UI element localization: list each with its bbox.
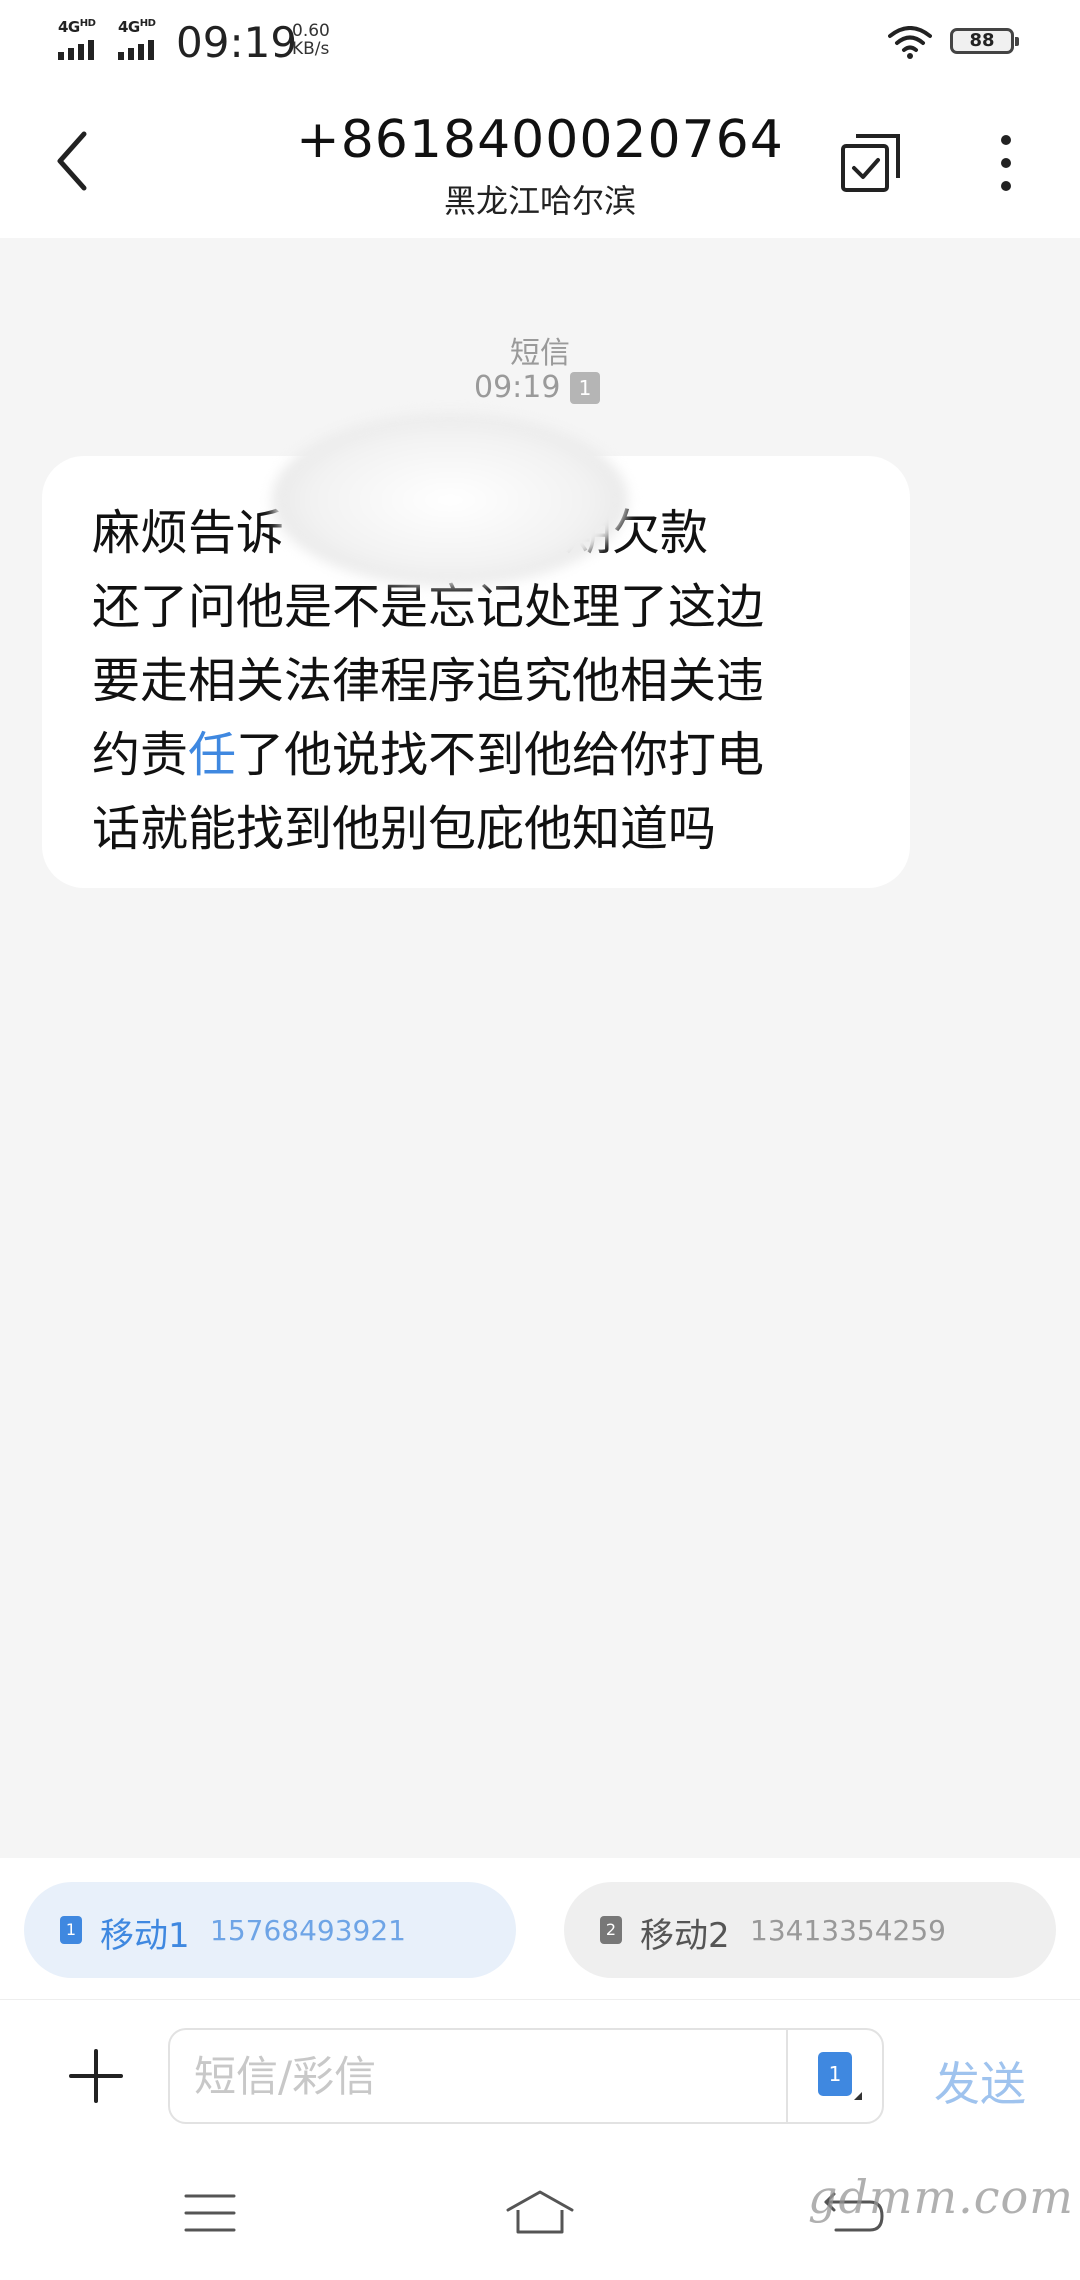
- plus-icon: [69, 2049, 123, 2103]
- speed-value: 0.60: [292, 21, 330, 41]
- sim-selector: 1 移动1 15768493921 2 移动2 13413354259: [0, 1858, 1080, 2000]
- message-line-4-rest: 了他说找不到他给你打电: [236, 727, 765, 783]
- status-bar: 4GHD 4GHD 09:19 0.60 KB/s 88: [0, 0, 1080, 86]
- sim2-network-label: 4G: [118, 18, 140, 36]
- network-speed: 0.60 KB/s: [292, 22, 330, 58]
- select-messages-button[interactable]: [838, 132, 902, 196]
- menu-icon: [184, 2194, 236, 2232]
- input-divider: [786, 2030, 788, 2122]
- system-nav-bar: gdmm.com: [0, 2160, 1080, 2280]
- sim-switch-button[interactable]: 1: [818, 2052, 862, 2100]
- send-button[interactable]: 发送: [934, 2048, 1026, 2114]
- contact-phone-number: +8618400020764: [296, 110, 784, 170]
- menu-button[interactable]: [184, 2190, 236, 2236]
- battery-indicator: 88: [950, 28, 1019, 54]
- message-line-3: 要走相关法律程序追究他相关违: [92, 653, 765, 709]
- watermark-text: gdmm.com: [808, 2170, 1074, 2224]
- more-vertical-icon: [1001, 135, 1011, 191]
- sim1-number: 15768493921: [210, 1914, 406, 1947]
- home-button[interactable]: [504, 2186, 576, 2240]
- more-options-button[interactable]: [992, 128, 1020, 198]
- message-line-5: 话就能找到他别包庇他知道吗: [92, 801, 717, 857]
- attach-button[interactable]: [68, 2048, 124, 2104]
- sim1-name: 移动1: [100, 1916, 190, 1956]
- sim2-option[interactable]: 2 移动2 13413354259: [564, 1882, 1056, 1978]
- sim-card-icon: 2: [600, 1916, 622, 1944]
- sim1-signal: 4GHD: [58, 18, 106, 62]
- message-line-4-start: 约责: [92, 727, 189, 783]
- message-line-4: 约责任了他说找不到他给你打电: [92, 718, 862, 792]
- message-input-container: 1: [168, 2028, 884, 2124]
- sim1-network-suffix: HD: [79, 18, 96, 29]
- checkbox-icon: [841, 134, 900, 192]
- sim1-option[interactable]: 1 移动1 15768493921: [24, 1882, 516, 1978]
- status-time: 09:19: [176, 18, 298, 67]
- contact-location: 黑龙江哈尔滨: [443, 182, 636, 220]
- sim2-name: 移动2: [640, 1916, 730, 1956]
- message-type-label: 短信: [510, 336, 570, 371]
- sim2-signal: 4GHD: [118, 18, 166, 62]
- home-icon: [506, 2190, 574, 2234]
- message-input[interactable]: [194, 2030, 794, 2122]
- redaction-blur: [272, 414, 628, 586]
- message-highlight-link[interactable]: 任: [188, 727, 236, 783]
- sim-card-icon: 1: [60, 1916, 82, 1944]
- sim2-network-suffix: HD: [139, 18, 156, 29]
- sim1-network-label: 4G: [58, 18, 80, 36]
- sms-conversation-screen: 4GHD 4GHD 09:19 0.60 KB/s 88 +8618400020…: [0, 0, 1080, 2280]
- sim-slot-badge: 1: [570, 372, 600, 404]
- speed-unit: KB/s: [292, 39, 330, 59]
- message-list[interactable]: 短信 09:19 1 麻烦告诉逾期欠款 还了问他是不是忘记处理了这边 要走相关法…: [0, 238, 1080, 1858]
- sim2-number: 13413354259: [750, 1914, 946, 1947]
- message-composer: 1 发送: [0, 2000, 1080, 2160]
- message-timestamp: 09:19: [474, 370, 561, 405]
- conversation-header: +8618400020764 黑龙江哈尔滨: [0, 86, 1080, 238]
- message-line-1-start: 麻烦告诉: [92, 505, 285, 561]
- wifi-icon: [888, 26, 932, 59]
